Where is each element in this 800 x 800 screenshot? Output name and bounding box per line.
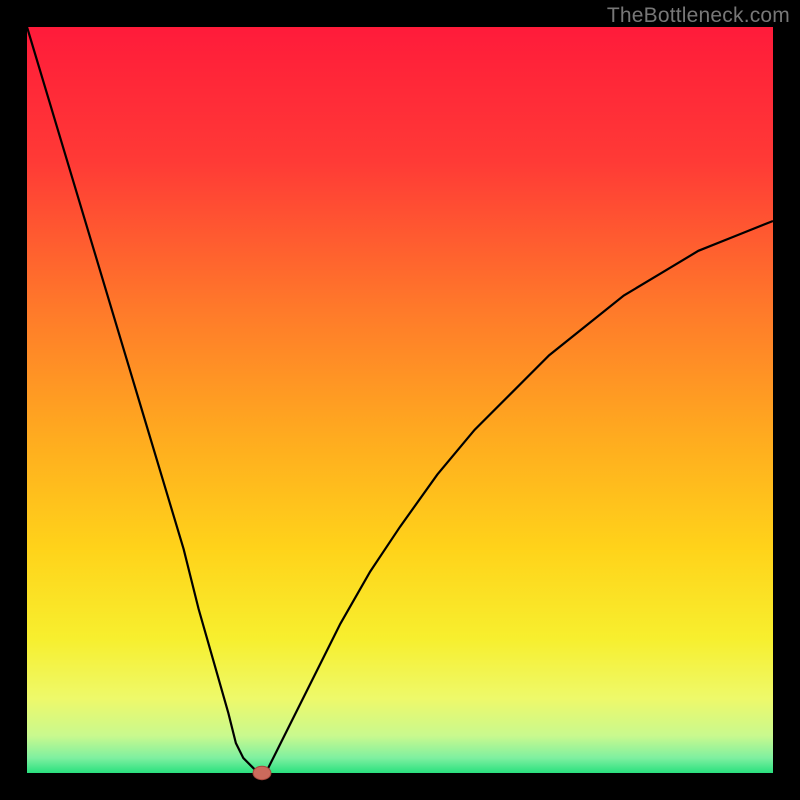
watermark-text: TheBottleneck.com [607, 4, 790, 28]
bottleneck-curve [27, 27, 773, 773]
chart-frame: TheBottleneck.com [0, 0, 800, 800]
min-point-marker [253, 766, 271, 779]
curve-layer [27, 27, 773, 773]
